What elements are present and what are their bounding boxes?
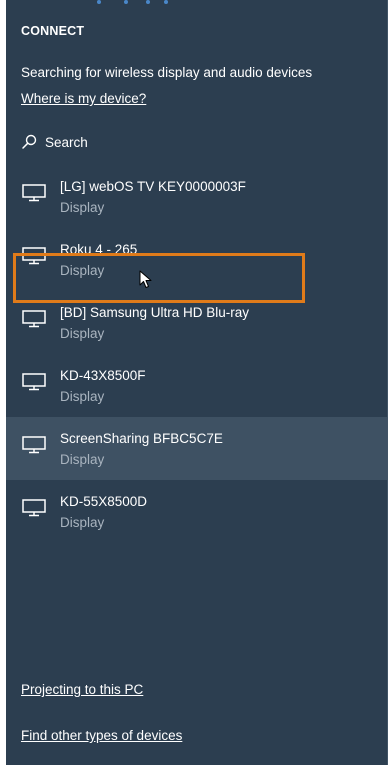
monitor-icon [22,247,46,265]
monitor-icon [22,499,46,517]
device-list: [LG] webOS TV KEY0000003F Display Roku 4… [6,165,387,543]
connect-panel: CONNECT Searching for wireless display a… [6,0,388,765]
device-name: ScreenSharing BFBC5C7E [60,431,223,446]
device-type: Display [60,452,105,467]
device-item-lg-webos-tv[interactable]: [LG] webOS TV KEY0000003F Display [6,165,387,228]
device-item-screensharing[interactable]: ScreenSharing BFBC5C7E Display [6,417,387,480]
monitor-icon [22,310,46,328]
monitor-icon [22,373,46,391]
search-status-text: Searching for wireless display and audio… [21,65,313,80]
search-label: Search [45,134,88,150]
device-type: Display [60,389,105,404]
device-item-kd-55x8500d[interactable]: KD-55X8500D Display [6,480,387,543]
where-is-my-device-link[interactable]: Where is my device? [21,91,146,106]
monitor-icon [22,184,46,202]
device-type: Display [60,263,105,278]
device-name: [BD] Samsung Ultra HD Blu-ray [60,305,250,320]
device-name: KD-43X8500F [60,368,146,383]
device-item-kd-43x8500f[interactable]: KD-43X8500F Display [6,354,387,417]
search-button[interactable]: Search [21,132,88,152]
device-type: Display [60,326,105,341]
device-type: Display [60,515,105,530]
device-name: Roku 4 - 265 [60,242,138,257]
projecting-to-this-pc-link[interactable]: Projecting to this PC [21,682,143,697]
device-item-roku[interactable]: Roku 4 - 265 Display [6,228,387,291]
panel-title: CONNECT [21,24,85,38]
monitor-icon [22,436,46,454]
device-type: Display [60,200,105,215]
progress-dots [6,0,387,4]
device-item-samsung-bluray[interactable]: [BD] Samsung Ultra HD Blu-ray Display [6,291,387,354]
device-name: [LG] webOS TV KEY0000003F [60,179,246,194]
search-icon [22,134,37,149]
device-name: KD-55X8500D [60,494,148,509]
find-other-devices-link[interactable]: Find other types of devices [21,728,182,743]
